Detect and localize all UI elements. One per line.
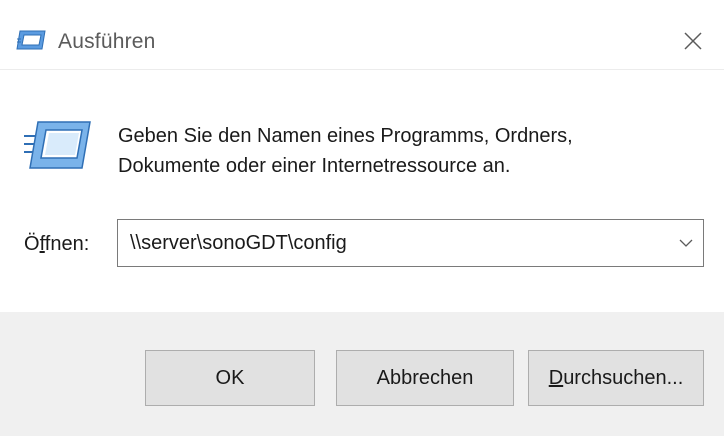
run-icon bbox=[16, 30, 46, 50]
run-description: Geben Sie den Namen eines Programms, Ord… bbox=[118, 121, 678, 181]
open-label-prefix: Ö bbox=[24, 233, 40, 255]
description-line: Geben Sie den Namen eines Programms, Ord… bbox=[118, 125, 573, 147]
browse-button[interactable]: Durchsuchen... bbox=[528, 350, 704, 406]
run-icon bbox=[24, 121, 91, 169]
open-combobox[interactable] bbox=[117, 219, 704, 267]
open-label-suffix: fnen: bbox=[44, 233, 90, 255]
chevron-down-icon[interactable] bbox=[677, 234, 695, 252]
browse-label: urchsuchen... bbox=[563, 366, 684, 389]
run-dialog: Ausführen Geben Sie den Namen eines Prog… bbox=[0, 0, 724, 436]
title-bar: Ausführen bbox=[0, 0, 724, 70]
close-icon[interactable] bbox=[678, 26, 708, 56]
browse-mnemonic: D bbox=[548, 366, 564, 389]
ok-button[interactable]: OK bbox=[145, 350, 315, 406]
window-title: Ausführen bbox=[58, 30, 156, 53]
open-input[interactable] bbox=[130, 220, 650, 266]
open-label: Öffnen: bbox=[24, 233, 89, 256]
description-line: Dokumente oder einer Internetressource a… bbox=[118, 155, 511, 177]
cancel-button[interactable]: Abbrechen bbox=[336, 350, 514, 406]
